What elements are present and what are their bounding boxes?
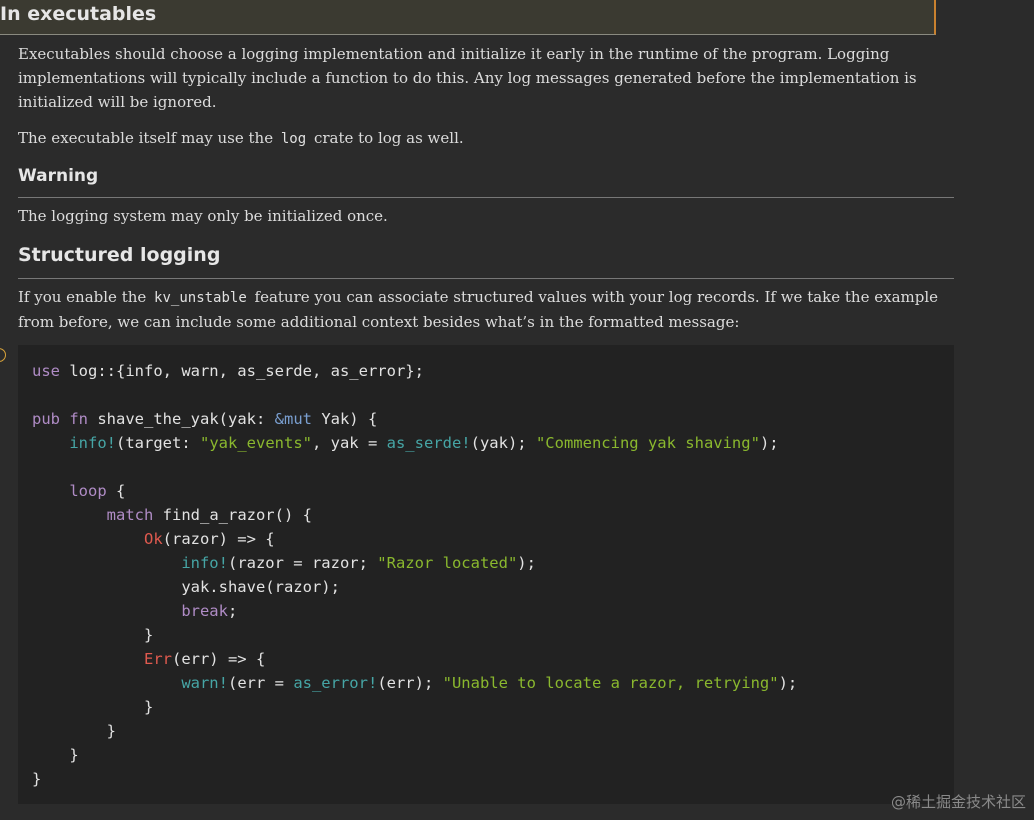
code-block: use log::{info, warn, as_serde, as_error… bbox=[18, 345, 954, 804]
heading-warning-text: Warning bbox=[18, 166, 99, 186]
code-text: use log::{info, warn, as_serde, as_error… bbox=[32, 362, 798, 788]
executables-paragraph-1: Executables should choose a logging impl… bbox=[18, 45, 917, 111]
warning-paragraph: The logging system may only be initializ… bbox=[18, 207, 388, 225]
watermark: @稀土掘金技术社区 bbox=[890, 793, 1026, 811]
heading-structured-logging-text: Structured logging bbox=[18, 244, 221, 266]
inline-code-log: log bbox=[280, 131, 307, 147]
inline-code-kv-unstable: kv_unstable bbox=[154, 290, 247, 306]
heading-warning: Warning bbox=[18, 164, 954, 198]
info-icon[interactable]: i bbox=[0, 348, 6, 362]
code-line-1: use log::{info, warn, as_serde, as_error… bbox=[32, 362, 424, 380]
heading-in-executables: In executables bbox=[0, 0, 936, 35]
heading-structured-logging: Structured logging bbox=[18, 242, 954, 279]
heading-in-executables-text: In executables bbox=[0, 3, 157, 25]
executables-paragraph-2: The executable itself may use the log cr… bbox=[18, 129, 464, 147]
structured-paragraph: If you enable the kv_unstable feature yo… bbox=[18, 288, 939, 331]
